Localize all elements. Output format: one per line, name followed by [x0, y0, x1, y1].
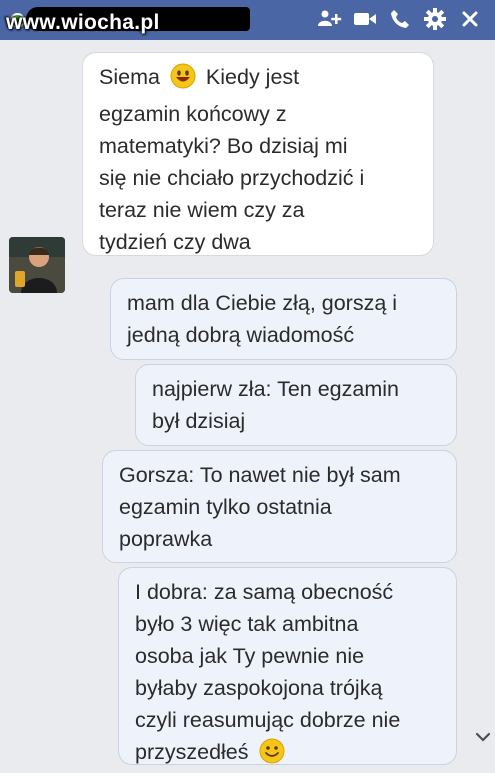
message-text-line: tydzień czy dwa — [99, 230, 251, 254]
smile-emoji-icon — [170, 63, 196, 98]
message-text-line: byłaby zaspokojona trójką — [135, 676, 383, 700]
watermark: www.wiocha.pl — [6, 11, 160, 34]
message-text-line: osoba jak Ty pewnie nie — [135, 644, 365, 668]
outgoing-message: najpierw zła: Ten egzamin był dzisiaj — [135, 364, 457, 446]
smile-emoji-icon — [259, 738, 285, 773]
video-call-icon[interactable] — [352, 4, 378, 34]
message-text-line: było 3 więc tak ambitna — [135, 612, 359, 636]
incoming-message: Siema Kiedy jest egzamin końcowy z matem… — [82, 52, 434, 256]
outgoing-message: Gorsza: To nawet nie był sam egzamin tyl… — [102, 450, 457, 563]
chat-header: www.wiocha.pl — [0, 0, 495, 40]
avatar — [9, 237, 65, 293]
message-text-line: mam dla Ciebie złą, gorszą i — [127, 291, 398, 315]
outgoing-message: I dobra: za samą obecność było 3 więc ta… — [118, 567, 457, 765]
message-text-line: egzamin końcowy z — [99, 102, 287, 126]
message-text-line: poprawka — [119, 527, 213, 551]
message-text-line: przyszedłeś — [135, 740, 249, 764]
message-text-line: Kiedy jest — [205, 65, 300, 89]
message-text-line: teraz nie wiem czy za — [99, 198, 305, 222]
message-text-line: Siema — [99, 65, 160, 89]
message-text-line: najpierw zła: Ten egzamin — [152, 377, 399, 401]
message-text-line: się nie chciało przychodzić i — [99, 166, 365, 190]
close-icon[interactable] — [457, 4, 483, 34]
gear-icon[interactable] — [422, 4, 448, 34]
phone-icon[interactable] — [387, 4, 413, 34]
chevron-down-icon[interactable] — [475, 730, 491, 748]
message-text-line: jedną dobrą wiadomość — [127, 323, 355, 347]
message-text-line: matematyki? Bo dzisiaj mi — [99, 134, 348, 158]
message-text-line: był dzisiaj — [152, 409, 246, 433]
message-thread: Siema Kiedy jest egzamin końcowy z matem… — [0, 40, 495, 765]
header-actions — [317, 4, 483, 34]
message-text-line: egzamin tylko ostatnia — [119, 495, 332, 519]
message-text-line: czyli reasumując dobrze nie — [135, 708, 401, 732]
message-text-line: Gorsza: To nawet nie był sam — [119, 463, 401, 487]
outgoing-message: mam dla Ciebie złą, gorszą i jedną dobrą… — [110, 278, 457, 360]
add-person-icon[interactable] — [317, 4, 343, 34]
message-text-line: I dobra: za samą obecność — [135, 580, 394, 604]
